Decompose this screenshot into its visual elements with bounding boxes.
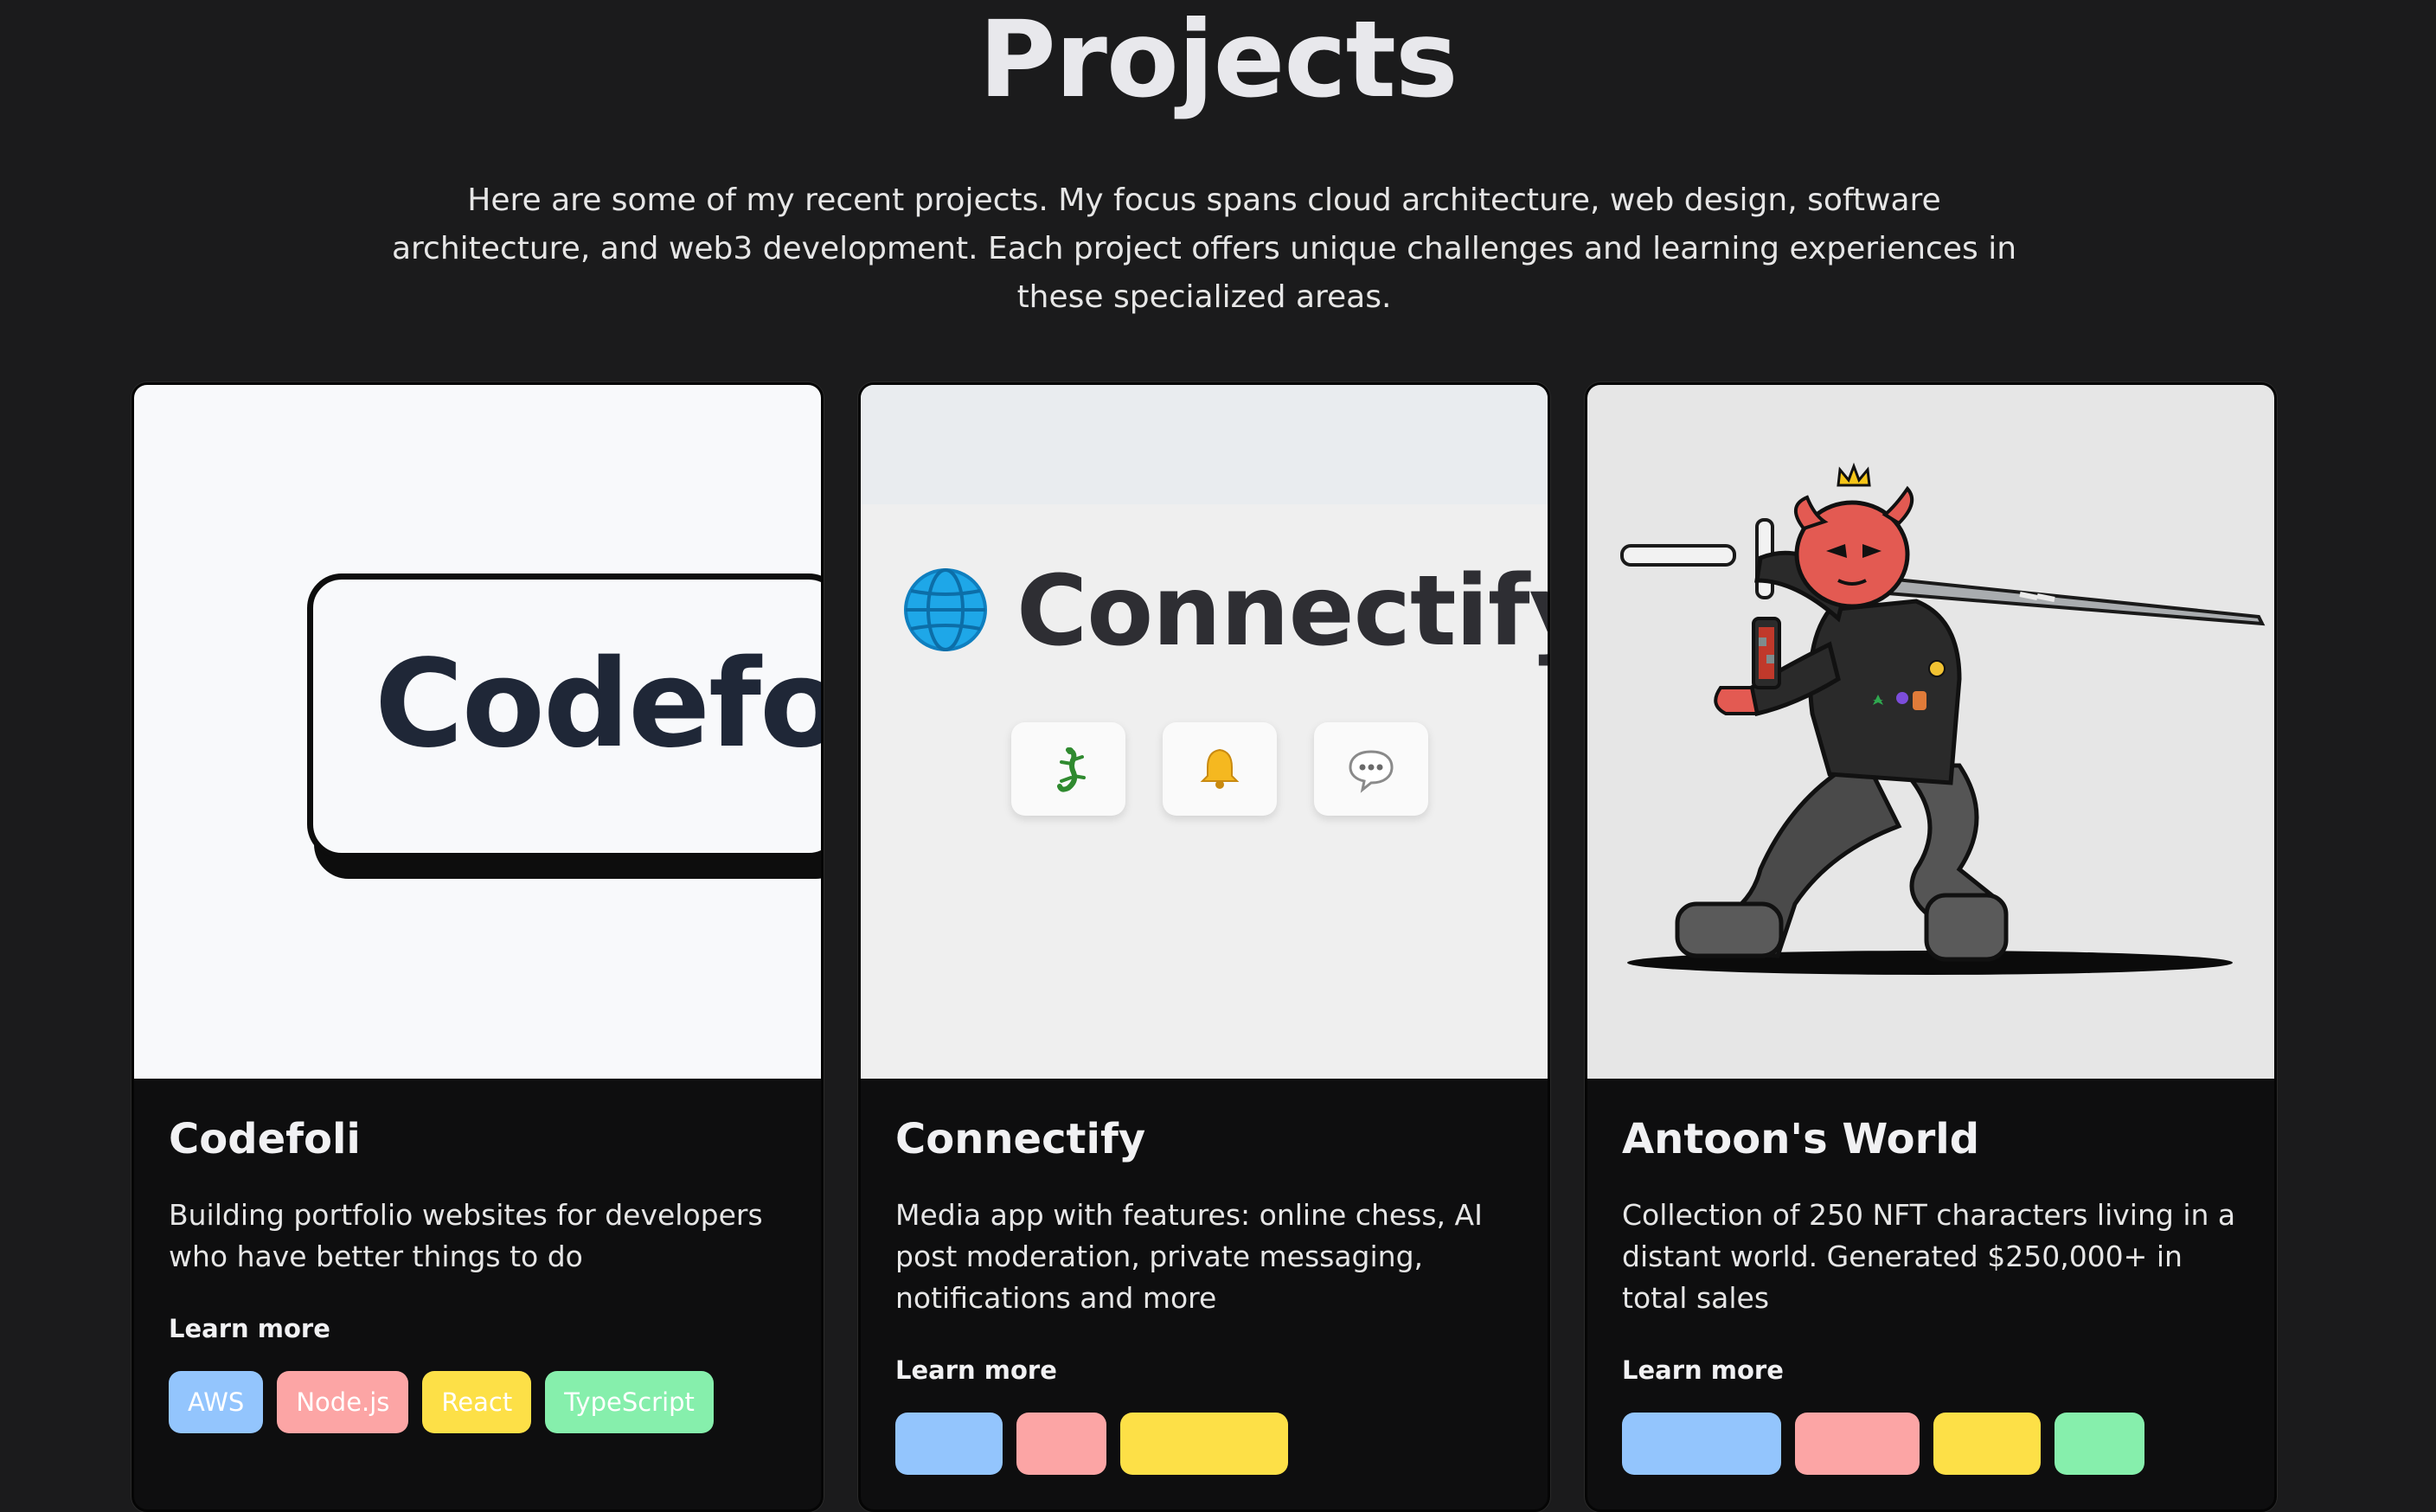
project-title: Codefoli xyxy=(169,1115,361,1163)
feature-tile-messaging xyxy=(1314,722,1428,816)
project-card-codefoli[interactable]: Codefoli Codefoli Building portfolio web… xyxy=(131,382,824,1512)
learn-more-link[interactable]: Learn more xyxy=(1622,1355,1784,1385)
connectify-top-band xyxy=(861,385,1548,504)
bell-icon xyxy=(1200,748,1240,789)
tag-react: React xyxy=(422,1371,532,1433)
tag-blank xyxy=(2055,1413,2144,1475)
tag-nodejs: Node.js xyxy=(277,1371,409,1433)
tag-list xyxy=(895,1413,1513,1475)
page-intro: Here are some of my recent projects. My … xyxy=(391,183,2017,315)
connectify-logo-text: Connectify xyxy=(1016,555,1548,668)
codefoli-logo-text: Codefoli xyxy=(375,634,821,775)
tag-typescript: TypeScript xyxy=(545,1371,714,1433)
project-description: Collection of 250 NFT characters living … xyxy=(1622,1198,2236,1315)
tag-aws: AWS xyxy=(169,1371,264,1433)
tag-blank xyxy=(1933,1413,2041,1475)
feature-tile-chess xyxy=(1011,722,1125,816)
tag-blank xyxy=(895,1413,1003,1475)
tag-list: AWS Node.js React TypeScript xyxy=(169,1371,786,1433)
project-title: Antoon's World xyxy=(1622,1115,1980,1163)
project-image-connectify: Connectify xyxy=(861,385,1548,1079)
globe-icon xyxy=(904,568,987,651)
project-card-connectify[interactable]: Connectify Connectify Media app with fea… xyxy=(858,382,1550,1512)
project-card-antoons-world[interactable]: Antoon's World Collection of 250 NFT cha… xyxy=(1585,382,2277,1512)
tag-list xyxy=(1622,1413,2240,1475)
tag-blank xyxy=(1120,1413,1288,1475)
tag-blank xyxy=(1016,1413,1106,1475)
project-title: Connectify xyxy=(895,1115,1146,1163)
nft-character-illustration xyxy=(1620,462,2266,975)
chat-bubble-icon xyxy=(1349,750,1394,793)
page-title: Projects xyxy=(978,0,1458,121)
project-image-antoons-world xyxy=(1587,385,2274,1079)
lizard-icon xyxy=(1057,747,1086,792)
project-image-codefoli: Codefoli xyxy=(134,385,821,1079)
learn-more-link[interactable]: Learn more xyxy=(169,1314,330,1343)
project-description: Media app with features: online chess, A… xyxy=(895,1198,1483,1315)
project-description: Building portfolio websites for develope… xyxy=(169,1198,763,1273)
tag-blank xyxy=(1795,1413,1920,1475)
tag-blank xyxy=(1622,1413,1781,1475)
feature-tile-notifications xyxy=(1163,722,1277,816)
learn-more-link[interactable]: Learn more xyxy=(895,1355,1057,1385)
